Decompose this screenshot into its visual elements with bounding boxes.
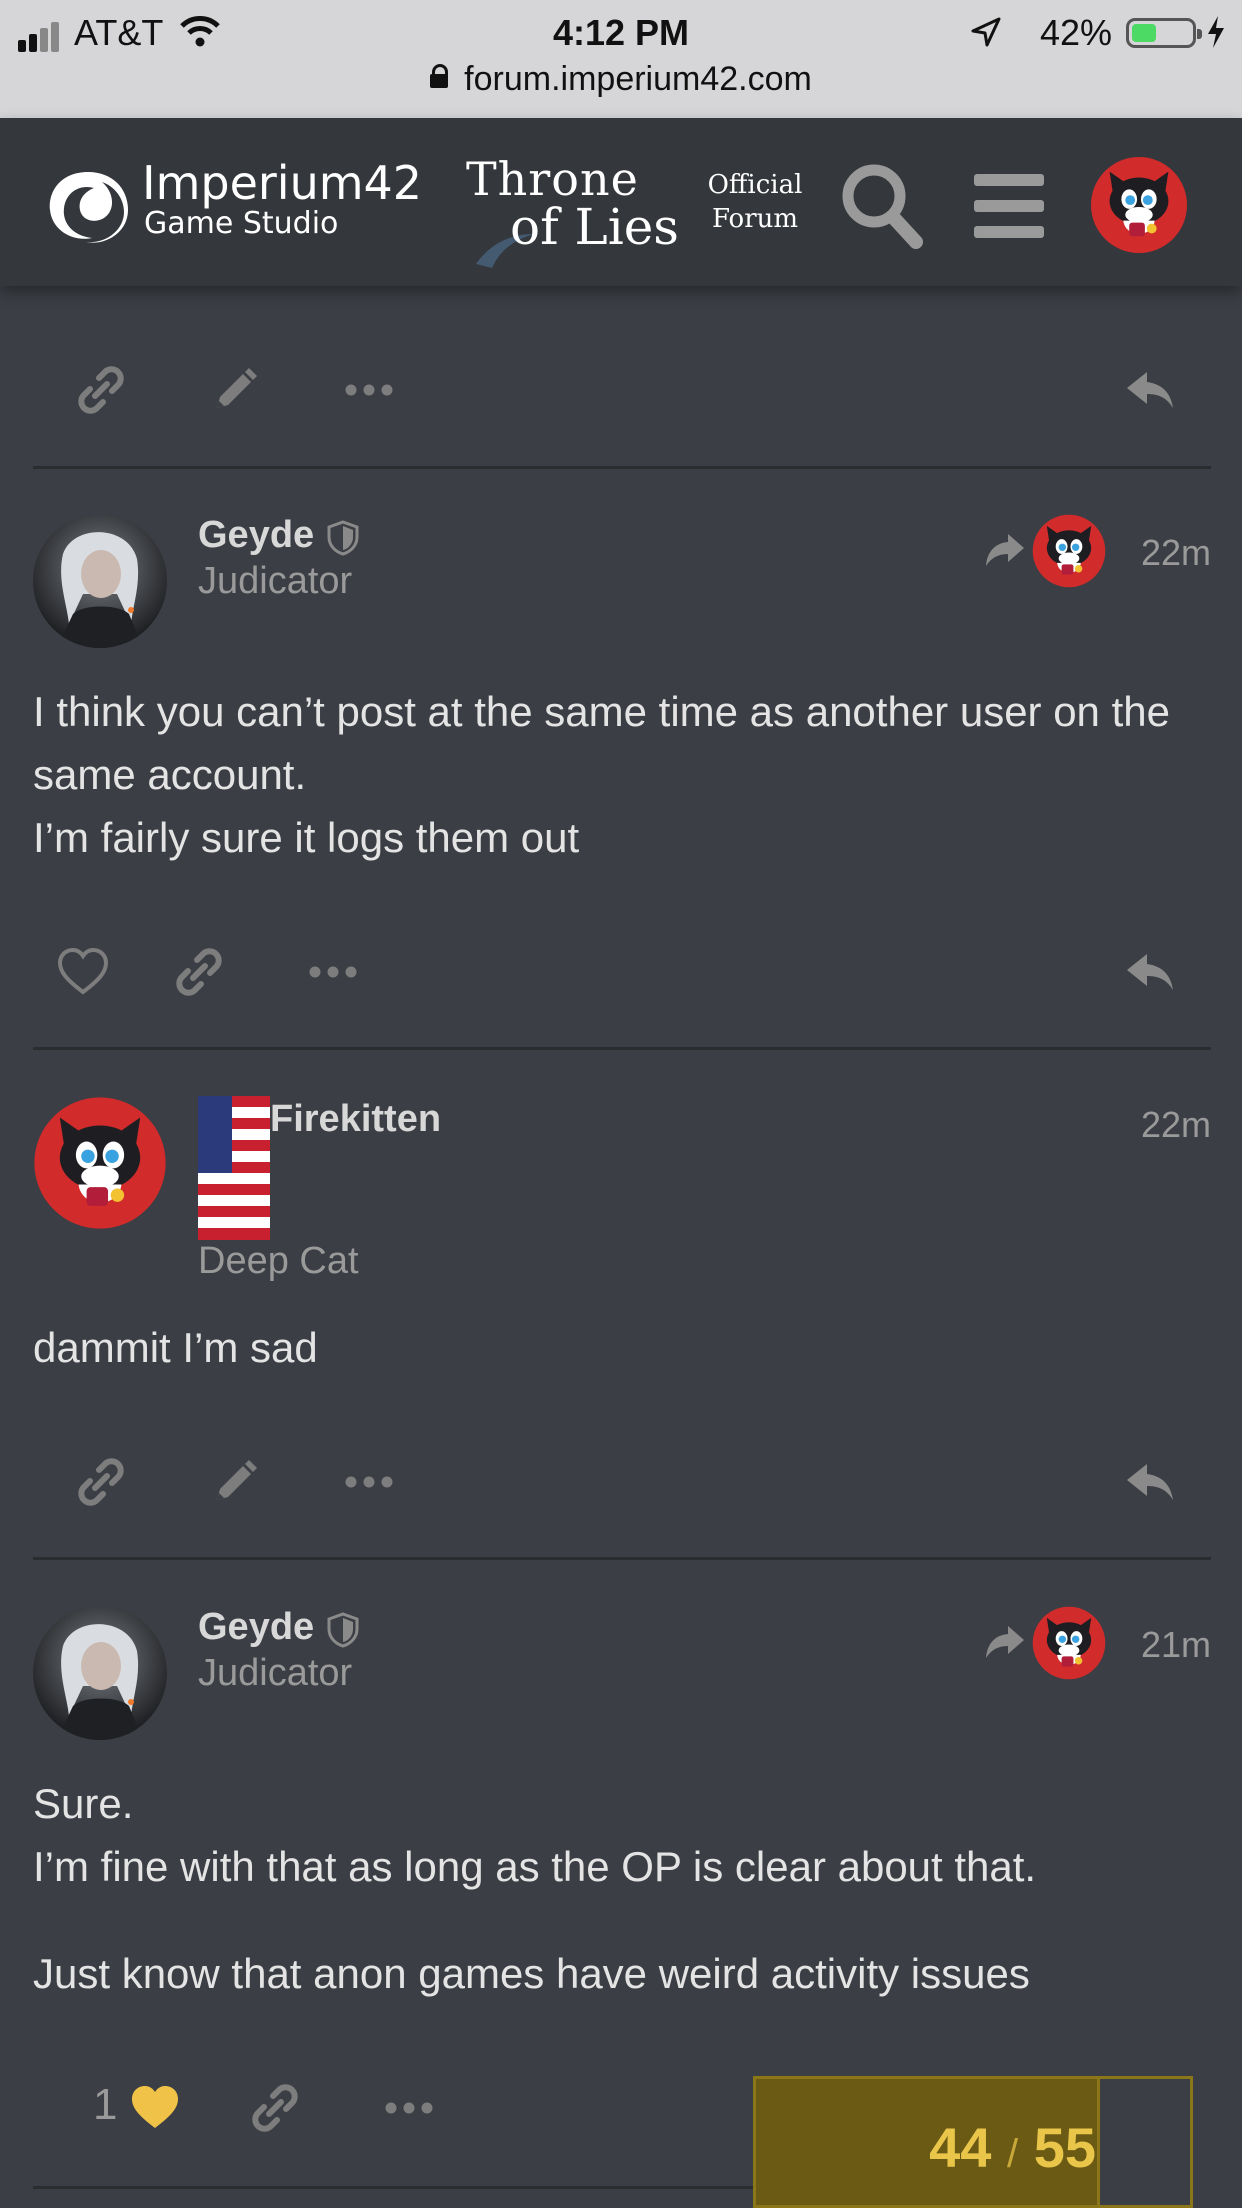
post-body: dammit I’m sad xyxy=(33,1316,1213,1379)
post-paragraph: I’m fairly sure it logs them out xyxy=(33,814,580,861)
swirl-logo-icon xyxy=(49,172,129,243)
topic-progress-counter: 44 / 55 xyxy=(756,2115,1096,2180)
link-icon[interactable] xyxy=(73,1454,129,1510)
more-dots-icon[interactable] xyxy=(341,362,397,418)
official-line2: Forum xyxy=(711,204,799,234)
battery-fill xyxy=(1132,24,1157,42)
link-icon[interactable] xyxy=(171,944,227,1000)
official-line1: Official xyxy=(707,170,803,200)
post-actions xyxy=(33,922,1211,1012)
post-divider xyxy=(33,1557,1211,1560)
charging-bolt-icon xyxy=(1208,16,1224,48)
heart-filled-icon[interactable] xyxy=(127,2080,183,2136)
post-actions xyxy=(33,1432,1211,1522)
post-divider xyxy=(33,2186,753,2189)
status-bar: AT&T 4:12 PM 42% forum.imperium42.com xyxy=(0,0,1242,118)
user-title: Judicator xyxy=(198,1652,353,1694)
location-arrow-icon xyxy=(971,17,1001,47)
reply-to-arrow-icon[interactable] xyxy=(982,530,1026,570)
post-paragraph: I think you can’t post at the same time … xyxy=(33,688,1170,798)
progress-remaining xyxy=(1097,2079,1190,2205)
post-username[interactable]: Firekitten xyxy=(270,1098,441,1141)
post-time[interactable]: 21m xyxy=(1141,1624,1211,1666)
post-time[interactable]: 22m xyxy=(1141,1104,1211,1146)
post-paragraph: Just know that anon games have weird act… xyxy=(33,1950,1030,1997)
user-avatar[interactable] xyxy=(1090,156,1188,254)
search-icon[interactable] xyxy=(838,160,924,250)
pencil-icon[interactable] xyxy=(207,362,263,418)
studio-subtitle: Game Studio xyxy=(144,206,339,241)
post-actions xyxy=(33,340,1211,430)
progress-current: 44 xyxy=(929,2116,992,2179)
shield-icon xyxy=(326,520,360,556)
more-dots-icon[interactable] xyxy=(381,2080,437,2136)
post-divider xyxy=(33,466,1211,469)
reply-icon[interactable] xyxy=(1123,1454,1179,1510)
us-flag-icon xyxy=(198,1096,270,1240)
game-title-line2: of Lies xyxy=(510,198,679,256)
like-count[interactable]: 1 xyxy=(93,2080,117,2130)
pencil-icon[interactable] xyxy=(207,1454,263,1510)
avatar[interactable] xyxy=(33,514,167,648)
reply-to-avatar[interactable] xyxy=(1032,1606,1106,1680)
topic-progress[interactable]: 44 / 55 xyxy=(753,2076,1193,2208)
hamburger-menu-icon[interactable] xyxy=(974,174,1044,238)
post-username[interactable]: Geyde xyxy=(198,1606,314,1649)
reply-to-avatar[interactable] xyxy=(1032,514,1106,588)
post-divider xyxy=(33,1047,1211,1050)
user-title: Judicator xyxy=(198,560,353,602)
more-dots-icon[interactable] xyxy=(341,1454,397,1510)
avatar[interactable] xyxy=(33,1096,167,1230)
progress-total: 55 xyxy=(1033,2116,1096,2179)
post-body: Sure. I’m fine with that as long as the … xyxy=(33,1772,1213,2005)
progress-separator: / xyxy=(1007,2132,1019,2176)
post-body: I think you can’t post at the same time … xyxy=(33,680,1213,869)
studio-name: Imperium42 xyxy=(142,156,423,210)
official-forum-label: Official Forum xyxy=(702,168,808,236)
post-paragraph: I’m fine with that as long as the OP is … xyxy=(33,1843,1037,1890)
url-text: forum.imperium42.com xyxy=(464,60,812,98)
reply-to-arrow-icon[interactable] xyxy=(982,1622,1026,1662)
post-time[interactable]: 22m xyxy=(1141,532,1211,574)
address-bar[interactable]: forum.imperium42.com xyxy=(0,60,1242,99)
shield-icon xyxy=(326,1612,360,1648)
more-dots-icon[interactable] xyxy=(305,944,361,1000)
battery-percent: 42% xyxy=(1039,12,1112,53)
heart-icon[interactable] xyxy=(55,944,111,1000)
reply-icon[interactable] xyxy=(1123,944,1179,1000)
post-paragraph: dammit I’m sad xyxy=(33,1324,318,1371)
avatar[interactable] xyxy=(33,1606,167,1740)
post-paragraph: Sure. xyxy=(33,1780,134,1827)
forum-header: Imperium42 Game Studio Throne of Lies Of… xyxy=(0,118,1242,286)
battery-icon xyxy=(1126,18,1202,48)
link-icon[interactable] xyxy=(247,2080,303,2136)
user-title: Deep Cat xyxy=(198,1240,359,1282)
link-icon[interactable] xyxy=(73,362,129,418)
lock-icon xyxy=(430,64,449,88)
post-username[interactable]: Geyde xyxy=(198,514,314,557)
reply-icon[interactable] xyxy=(1123,362,1179,418)
